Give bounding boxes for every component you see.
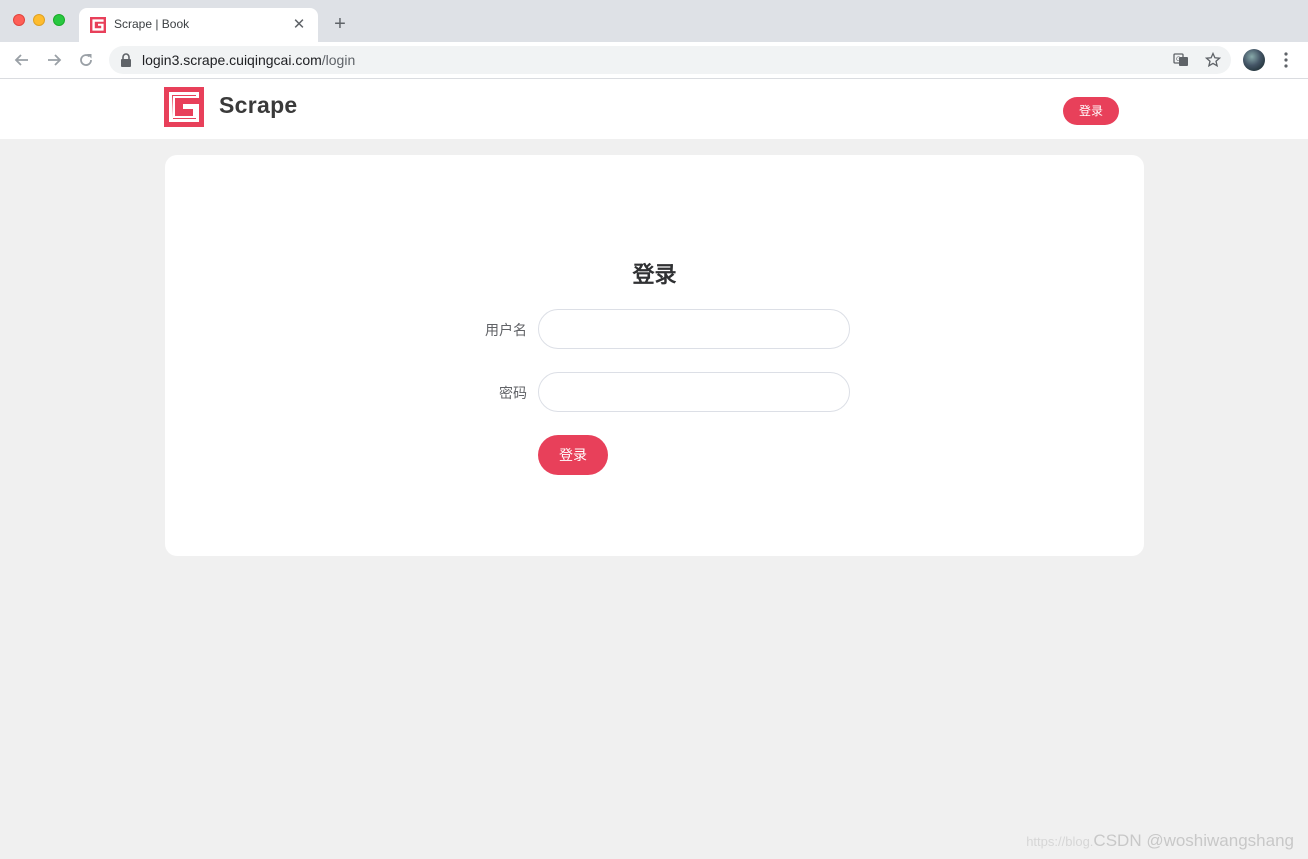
- username-label: 用户名: [485, 322, 527, 338]
- close-tab-icon[interactable]: ✕: [290, 16, 308, 34]
- browser-tab[interactable]: Scrape | Book ✕: [79, 8, 318, 42]
- forward-arrow-icon[interactable]: [44, 50, 64, 70]
- site-header: Scrape 登录: [0, 79, 1308, 139]
- browser-toolbar: login3.scrape.cuiqingcai.com/login G: [0, 42, 1308, 79]
- address-bar[interactable]: login3.scrape.cuiqingcai.com/login G: [109, 46, 1231, 74]
- url-host: login3.scrape.cuiqingcai.com: [142, 52, 322, 68]
- scrape-favicon-icon: [90, 17, 106, 33]
- password-input[interactable]: [538, 372, 850, 412]
- login-submit-button[interactable]: 登录: [538, 435, 608, 475]
- watermark-text: CSDN @woshiwangshang: [1093, 831, 1294, 850]
- translate-icon[interactable]: G: [1173, 52, 1189, 68]
- lock-icon: [121, 53, 131, 67]
- scrape-logo-icon[interactable]: [164, 87, 204, 127]
- password-label: 密码: [499, 385, 527, 401]
- back-arrow-icon[interactable]: [12, 50, 32, 70]
- maximize-window-button[interactable]: [53, 14, 65, 26]
- profile-avatar[interactable]: [1243, 49, 1265, 71]
- minimize-window-button[interactable]: [33, 14, 45, 26]
- bookmark-star-icon[interactable]: [1205, 52, 1221, 68]
- csdn-watermark: https://blog.CSDN @woshiwangshang: [1026, 831, 1294, 851]
- username-input[interactable]: [538, 309, 850, 349]
- browser-titlebar: Scrape | Book ✕ +: [0, 0, 1308, 42]
- tab-title: Scrape | Book: [114, 17, 190, 31]
- svg-text:G: G: [1176, 56, 1181, 63]
- brand-name[interactable]: Scrape: [219, 92, 298, 119]
- url-path: /login: [321, 52, 356, 68]
- url-text: login3.scrape.cuiqingcai.com/login: [142, 52, 355, 68]
- watermark-prefix: https://blog.: [1026, 834, 1094, 849]
- header-login-button[interactable]: 登录: [1063, 97, 1119, 125]
- reload-icon[interactable]: [76, 50, 96, 70]
- login-card: 登录 用户名 密码 登录: [165, 155, 1144, 556]
- new-tab-icon[interactable]: +: [329, 13, 351, 35]
- login-title: 登录: [632, 262, 677, 287]
- browser-menu-icon[interactable]: [1280, 50, 1292, 70]
- close-window-button[interactable]: [13, 14, 25, 26]
